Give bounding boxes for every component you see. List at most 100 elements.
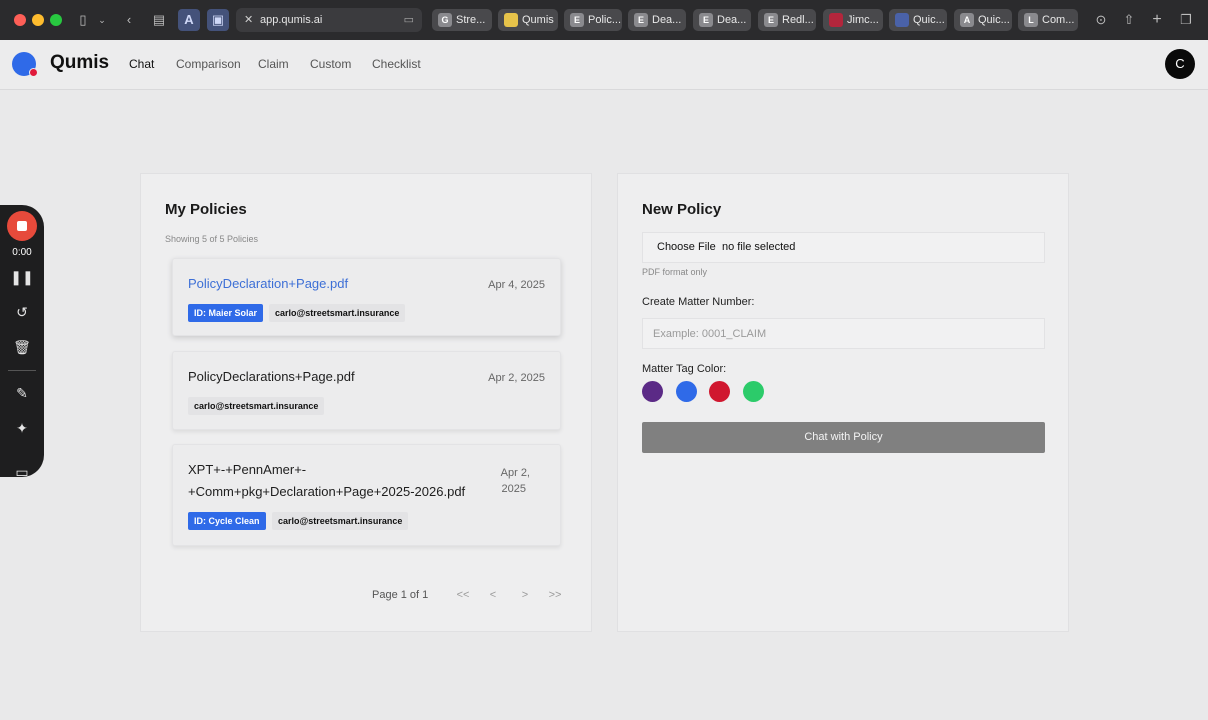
tab-favicon: G — [438, 13, 452, 27]
tab-label: Com... — [1042, 14, 1075, 26]
last-page-button[interactable]: >> — [547, 587, 563, 603]
email-badge: carlo@streetsmart.insurance — [272, 512, 409, 530]
nav-comparison[interactable]: Comparison — [176, 57, 241, 71]
policy-name-link[interactable]: PolicyDeclarations+Page.pdf — [188, 366, 355, 387]
policy-name-line-2[interactable]: +Comm+pkg+Declaration+Page+2025-2026.pdf — [188, 481, 465, 502]
sidebar-toggle-icon[interactable]: ▯ — [74, 9, 92, 31]
my-policies-title: My Policies — [165, 201, 247, 218]
browser-tab[interactable]: Jimc... — [823, 9, 883, 31]
color-swatch-red[interactable] — [709, 381, 730, 402]
my-policies-panel: My Policies Showing 5 of 5 Policies Poli… — [140, 173, 592, 632]
app-header: Qumis Chat Comparison Claim Custom Check… — [0, 40, 1208, 90]
tab-favicon: L — [1024, 13, 1038, 27]
nav-checklist[interactable]: Checklist — [372, 57, 421, 71]
brand-name[interactable]: Qumis — [50, 52, 109, 74]
policy-card[interactable]: XPT+-+PennAmer+- +Comm+pkg+Declaration+P… — [172, 444, 561, 546]
new-policy-title: New Policy — [642, 201, 722, 218]
choose-file-button[interactable]: Choose File — [657, 241, 716, 253]
policy-name-link[interactable]: PolicyDeclaration+Page.pdf — [188, 273, 348, 294]
tab-label: Dea... — [652, 14, 682, 26]
user-avatar[interactable]: C — [1165, 49, 1195, 79]
share-icon[interactable]: ⇧ — [1120, 9, 1138, 31]
reader-icon[interactable]: ▭ — [404, 8, 414, 32]
color-swatch-blue[interactable] — [676, 381, 697, 402]
extension-a-icon[interactable]: A — [178, 9, 200, 31]
address-bar[interactable]: ✕ app.qumis.ai ▭ — [236, 8, 422, 32]
browser-tab[interactable]: A Quic... — [954, 9, 1012, 31]
page-indicator: Page 1 of 1 — [372, 589, 429, 601]
color-swatch-purple[interactable] — [642, 381, 663, 402]
extension-form-icon[interactable]: ▣ — [207, 9, 229, 31]
policies-count: Showing 5 of 5 Policies — [165, 234, 259, 244]
matter-number-label: Create Matter Number: — [642, 296, 755, 308]
logo-dot — [29, 68, 38, 77]
minimize-window-button[interactable] — [32, 14, 44, 26]
prev-page-button[interactable]: < — [485, 587, 501, 603]
tab-favicon — [895, 13, 909, 27]
address-text: app.qumis.ai — [260, 14, 323, 26]
file-status-text: no file selected — [722, 241, 796, 253]
screen-recorder-toolbar: 0:00 ❚❚ ↺ 🗑 ✎ ✦ ▭ — [0, 205, 44, 480]
new-policy-panel: New Policy Choose File no file selected … — [617, 173, 1069, 632]
tag-color-label: Matter Tag Color: — [642, 363, 727, 375]
tab-favicon — [829, 13, 843, 27]
matter-number-input[interactable] — [642, 318, 1045, 349]
policy-card[interactable]: PolicyDeclaration+Page.pdf Apr 4, 2025 I… — [172, 258, 561, 336]
policy-name-line-1[interactable]: XPT+-+PennAmer+- — [188, 459, 306, 480]
tab-label: Dea... — [717, 14, 747, 26]
restart-icon[interactable]: ↺ — [10, 301, 34, 323]
close-tab-icon[interactable]: ✕ — [244, 8, 253, 32]
color-swatch-green[interactable] — [743, 381, 764, 402]
camera-icon[interactable]: ▭ — [10, 461, 34, 483]
file-format-hint: PDF format only — [642, 267, 708, 277]
nav-claim[interactable]: Claim — [258, 57, 289, 71]
policy-date: Apr 4, 2025 — [488, 279, 545, 291]
browser-tab[interactable]: G Stre... — [432, 9, 492, 31]
new-tab-icon[interactable]: + — [1148, 9, 1166, 31]
download-icon[interactable]: ⊙ — [1092, 9, 1110, 31]
effects-icon[interactable]: ✦ — [10, 417, 34, 439]
tab-favicon: E — [764, 13, 778, 27]
browser-toolbar: ▯ ⌄ ‹ ▤ A ▣ ✕ app.qumis.ai ▭ G Stre... Qu… — [0, 0, 1208, 40]
pen-icon[interactable]: ✎ — [10, 382, 34, 404]
matter-id-badge: ID: Cycle Clean — [188, 512, 266, 530]
tab-favicon: E — [570, 13, 584, 27]
email-badge: carlo@streetsmart.insurance — [269, 304, 406, 322]
chat-with-policy-button[interactable]: Chat with Policy — [642, 422, 1045, 453]
tab-label: Qumis — [522, 14, 554, 26]
browser-tab[interactable]: Quic... — [889, 9, 947, 31]
nav-chat[interactable]: Chat — [129, 57, 154, 71]
tab-label: Redl... — [782, 14, 814, 26]
nav-custom[interactable]: Custom — [310, 57, 351, 71]
pause-icon[interactable]: ❚❚ — [10, 266, 34, 288]
policy-card[interactable]: PolicyDeclarations+Page.pdf Apr 2, 2025 … — [172, 351, 561, 430]
next-page-button[interactable]: > — [517, 587, 533, 603]
browser-tab[interactable]: E Dea... — [693, 9, 751, 31]
tab-favicon: A — [960, 13, 974, 27]
matter-id-badge: ID: Maier Solar — [188, 304, 264, 322]
tab-overview-icon[interactable]: ▤ — [150, 9, 168, 31]
browser-tab[interactable]: E Redl... — [758, 9, 816, 31]
browser-tab[interactable]: E Polic... — [564, 9, 622, 31]
recording-timer: 0:00 — [12, 247, 32, 258]
stop-recording-button[interactable] — [7, 211, 37, 241]
toolbar-divider — [8, 370, 36, 371]
close-window-button[interactable] — [14, 14, 26, 26]
zoom-window-button[interactable] — [50, 14, 62, 26]
browser-tab[interactable]: L Com... — [1018, 9, 1078, 31]
email-badge: carlo@streetsmart.insurance — [188, 397, 325, 415]
tab-grid-icon[interactable]: ❐ — [1176, 9, 1196, 31]
policy-date-line-1: Apr 2, — [500, 467, 530, 479]
policy-date: Apr 2, 2025 — [488, 372, 545, 384]
trash-icon[interactable]: 🗑 — [10, 336, 34, 358]
back-icon[interactable]: ‹ — [120, 9, 138, 31]
tab-label: Jimc... — [847, 14, 879, 26]
tab-favicon: E — [634, 13, 648, 27]
browser-tab[interactable]: Qumis — [498, 9, 558, 31]
chevron-down-icon[interactable]: ⌄ — [96, 9, 108, 31]
first-page-button[interactable]: << — [455, 587, 471, 603]
tab-favicon — [504, 13, 518, 27]
file-upload-field[interactable]: Choose File no file selected — [642, 232, 1045, 263]
browser-tab[interactable]: E Dea... — [628, 9, 686, 31]
tab-label: Quic... — [913, 14, 945, 26]
